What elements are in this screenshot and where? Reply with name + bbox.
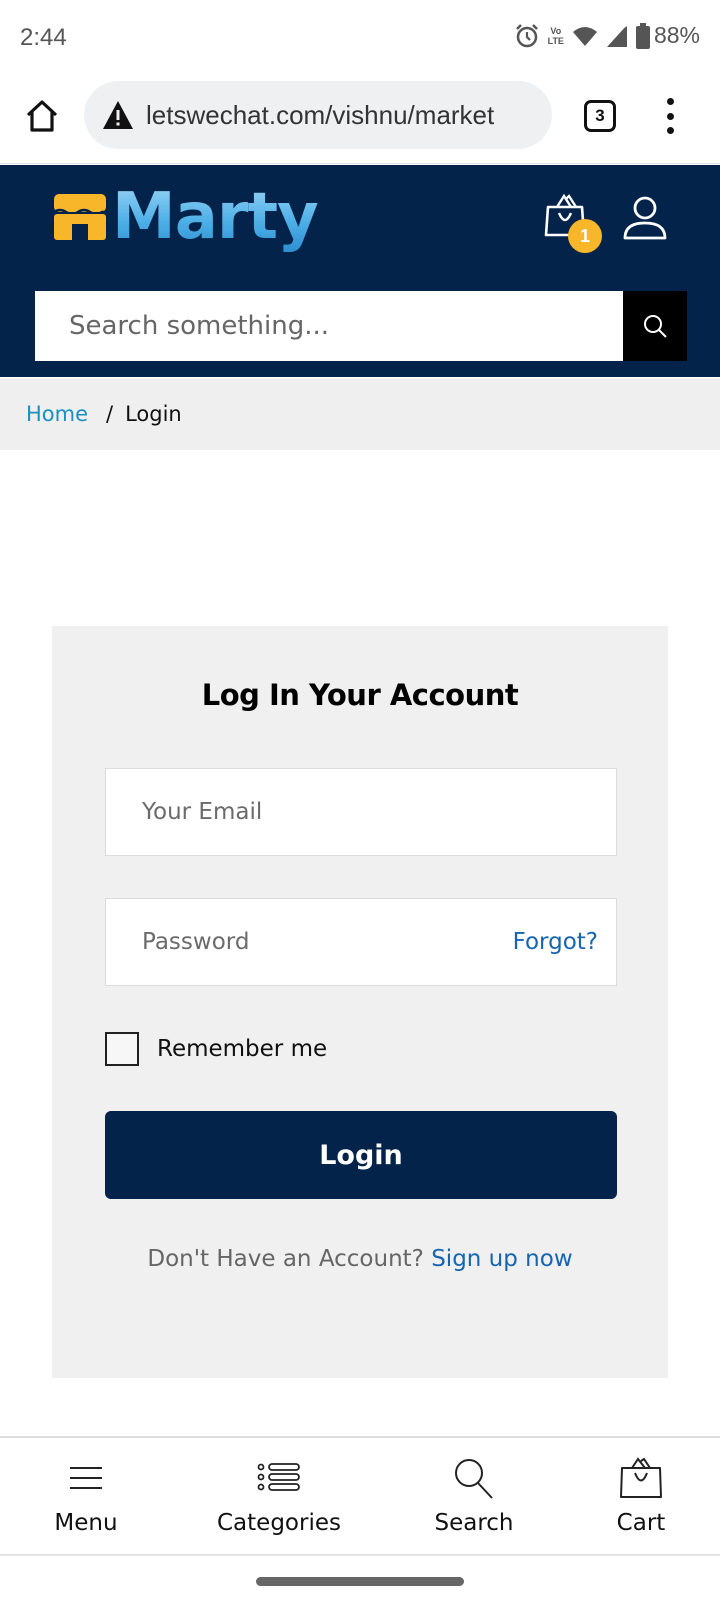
remember-me-checkbox[interactable] — [105, 1032, 139, 1066]
login-form: Log In Your Account Forgot? Remember me … — [52, 626, 668, 1378]
signal-icon — [606, 23, 628, 47]
nav-menu[interactable]: Menu — [0, 1438, 172, 1554]
breadcrumb-separator: / — [106, 402, 114, 426]
logo[interactable]: Marty — [52, 179, 319, 255]
header-cart-button[interactable]: 1 — [544, 193, 604, 253]
nav-cart[interactable]: Cart — [562, 1438, 720, 1554]
login-button[interactable]: Login — [105, 1111, 617, 1199]
nav-search-label: Search — [434, 1510, 514, 1536]
browser-toolbar: letswechat.com/vishnu/market 3 — [0, 78, 720, 164]
search-input[interactable] — [35, 291, 623, 361]
bottom-navigation: Menu Categories Search Cart — [0, 1436, 720, 1556]
email-field[interactable] — [106, 769, 616, 855]
breadcrumb-current: Login — [125, 402, 182, 426]
wifi-icon — [572, 26, 597, 46]
no-account-text: Don't Have an Account? — [147, 1246, 424, 1272]
status-icons: Vo LTE 88% — [514, 22, 700, 49]
shopping-bag-icon — [620, 1457, 662, 1498]
nav-categories[interactable]: Categories — [172, 1438, 386, 1554]
home-icon[interactable] — [24, 98, 60, 134]
email-field-wrapper — [105, 768, 617, 856]
volte-icon: Vo LTE — [548, 26, 564, 46]
status-time: 2:44 — [20, 24, 67, 51]
browser-menu-icon[interactable] — [660, 96, 680, 136]
nav-menu-label: Menu — [54, 1510, 118, 1536]
logo-text: Marty — [112, 180, 319, 254]
menu-dot — [666, 127, 674, 134]
cart-count-badge: 1 — [568, 219, 602, 253]
site-search — [35, 291, 687, 361]
status-bar: 2:44 Vo LTE 88% — [0, 0, 720, 78]
volte-top: Vo — [550, 25, 562, 36]
menu-dot — [666, 112, 674, 120]
gesture-navigation-bar[interactable] — [256, 1577, 464, 1586]
tab-switcher-button[interactable]: 3 — [584, 100, 616, 132]
battery-icon — [635, 22, 650, 49]
url-text[interactable]: letswechat.com/vishnu/market — [146, 100, 494, 131]
nav-cart-label: Cart — [616, 1510, 666, 1536]
store-icon — [53, 194, 106, 240]
breadcrumb-home-link[interactable]: Home — [26, 402, 88, 426]
breadcrumb: Home / Login — [0, 378, 720, 450]
signup-link[interactable]: Sign up now — [431, 1246, 572, 1272]
password-field[interactable] — [106, 899, 513, 985]
nav-search[interactable]: Search — [386, 1438, 562, 1554]
address-bar[interactable]: letswechat.com/vishnu/market — [84, 81, 552, 149]
password-field-wrapper: Forgot? — [105, 898, 617, 986]
nav-categories-label: Categories — [217, 1510, 341, 1536]
alarm-icon — [515, 23, 538, 47]
battery-percent: 88% — [653, 22, 700, 48]
remember-me[interactable]: Remember me — [105, 1032, 327, 1066]
signup-prompt: Don't Have an Account? Sign up now — [52, 1246, 668, 1272]
volte-bottom: LTE — [547, 35, 564, 46]
menu-dot — [666, 98, 674, 105]
forgot-password-link[interactable]: Forgot? — [513, 929, 598, 955]
list-icon — [257, 1463, 300, 1491]
hamburger-icon — [70, 1467, 102, 1489]
search-submit-button[interactable] — [623, 291, 687, 361]
search-icon — [455, 1459, 493, 1499]
site-header: Marty 1 — [0, 165, 720, 377]
user-account-icon[interactable] — [622, 195, 668, 241]
warning-icon[interactable] — [102, 100, 134, 130]
search-icon — [644, 315, 667, 338]
login-title: Log In Your Account — [201, 678, 519, 712]
remember-me-label[interactable]: Remember me — [157, 1036, 327, 1062]
